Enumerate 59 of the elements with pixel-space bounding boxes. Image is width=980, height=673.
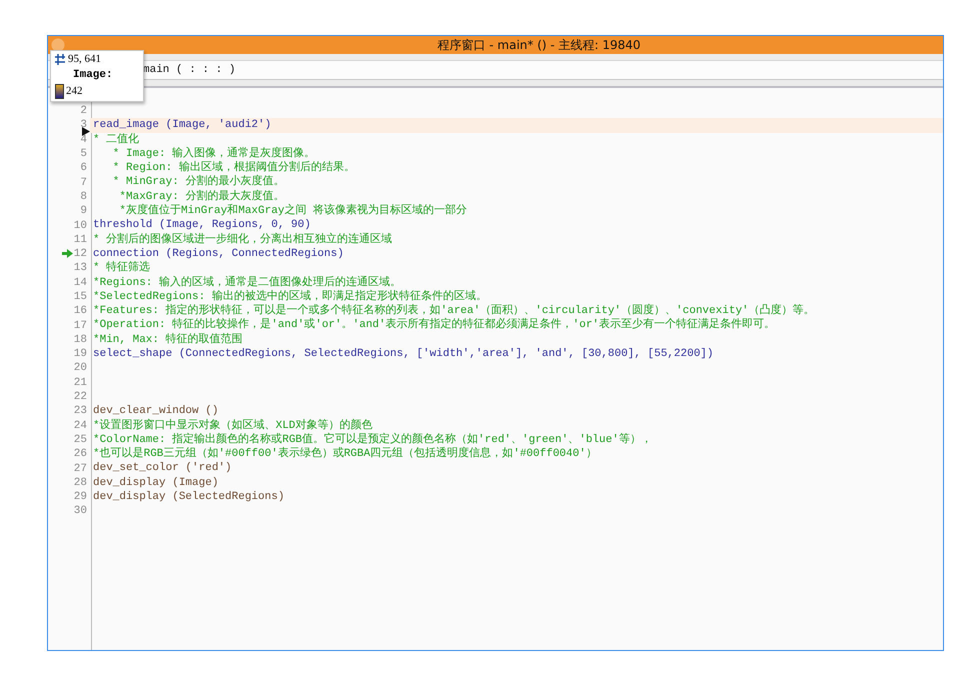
- code-line: threshold (Image, Regions, 0, 90): [92, 218, 312, 232]
- line-number: 12: [72, 248, 88, 260]
- code-line: dev_set_color ('red'): [92, 461, 233, 476]
- window-title: 程序窗口 - main* () - 主线程: 19840: [436, 36, 642, 54]
- line-number: 28: [72, 476, 88, 489]
- code-line: * 分割后的图像区域进一步细化，分离出相互独立的连通区域: [92, 232, 394, 247]
- line-number: 2: [79, 105, 88, 118]
- line-number: 23: [72, 405, 88, 418]
- app-logo-icon: [51, 38, 65, 52]
- code-line: * MinGray: 分割的最小灰度值。: [112, 175, 286, 190]
- line-number: 30: [72, 505, 88, 518]
- code-line: *SelectedRegions: 输出的被选中的区域，即满足指定形状特征条件的区域。: [92, 290, 488, 304]
- code-line: select_shape (ConnectedRegions, SelectedRegions, ['width','area'], 'and', [30,800], [55,2200]): [92, 347, 715, 362]
- code-line: *Regions: 输入的区域，通常是二值图像处理后的连通区域。: [92, 276, 402, 290]
- line-number: 24: [72, 420, 88, 432]
- code-line: dev_clear_window (): [92, 404, 220, 418]
- line-number: 16: [72, 305, 88, 318]
- gradient-icon: [55, 84, 64, 98]
- code-line: *也可以是RGB三元组（如'#00ff00'表示绿色）或RGBA四元组（包括透明度信息，如'#00ff0040'）: [92, 447, 598, 462]
- line-number: 8: [79, 190, 88, 203]
- code-line: * Image: 输入图像，通常是灰度图像。: [112, 146, 316, 160]
- image-label: Image:: [72, 69, 113, 81]
- crosshair-icon: [55, 54, 66, 64]
- line-number: 13: [72, 262, 88, 274]
- line-number: 26: [72, 448, 88, 460]
- line-number: 15: [72, 291, 88, 303]
- line-number: 11: [72, 234, 88, 246]
- line-number: 25: [72, 434, 88, 446]
- code-line: dev_display (SelectedRegions): [92, 490, 286, 504]
- line-number: 14: [72, 276, 88, 289]
- pixel-value: 242: [66, 85, 82, 97]
- line-number: 4: [79, 134, 88, 146]
- line-number: 6: [79, 162, 88, 174]
- code-line: * 特征筛选: [92, 261, 152, 276]
- line-number: 7: [79, 176, 88, 189]
- line-number: 20: [72, 362, 88, 374]
- line-number: 18: [72, 334, 88, 346]
- line-number: 22: [72, 391, 88, 404]
- code-line: *Min, Max: 特征的取值范围: [92, 332, 244, 348]
- code-line: connection (Regions, ConnectedRegions): [92, 246, 345, 261]
- code-line: * Region: 输出区域，根据阈值分割后的结果。: [112, 161, 356, 174]
- line-number: 10: [72, 220, 88, 232]
- line-number: 21: [72, 376, 88, 389]
- code-line: *Features: 指定的形状特征，可以是一个或多个特征名称的列表，如'area'（面积）、'circularity'（圆度）、'convexity'（凸度）等。: [92, 304, 816, 318]
- code-line: * 二值化: [92, 132, 140, 147]
- line-number: 19: [72, 348, 88, 360]
- line-number: 3: [79, 119, 88, 132]
- code-line: *设置图形窗口中显示对象（如区域、XLD对象等）的颜色: [92, 418, 374, 432]
- code-line: dev_display (Image): [92, 476, 220, 490]
- code-line: *Operation: 特征的比较操作，是'and'或'or'。'and'表示所有指定的特征都必须满足条件，'or'表示至少有一个特征满足条件即可。: [92, 318, 776, 333]
- code-line: *MaxGray: 分割的最大灰度值。: [118, 190, 286, 204]
- line-number: 9: [79, 205, 88, 218]
- pixel-coordinates: 95, 641: [68, 53, 101, 65]
- line-number: 17: [72, 320, 88, 332]
- line-number: 27: [72, 462, 88, 475]
- line-number: 5: [79, 148, 88, 160]
- code-line: *灰度值位于MinGray和MaxGray之间 将该像素视为目标区域的一部分: [118, 204, 468, 218]
- code-line: *ColorName: 指定输出颜色的名称或RGB值。它可以是预定义的颜色名称（如'red'、'green'、'blue'等），: [92, 432, 653, 446]
- line-number: 29: [72, 491, 88, 504]
